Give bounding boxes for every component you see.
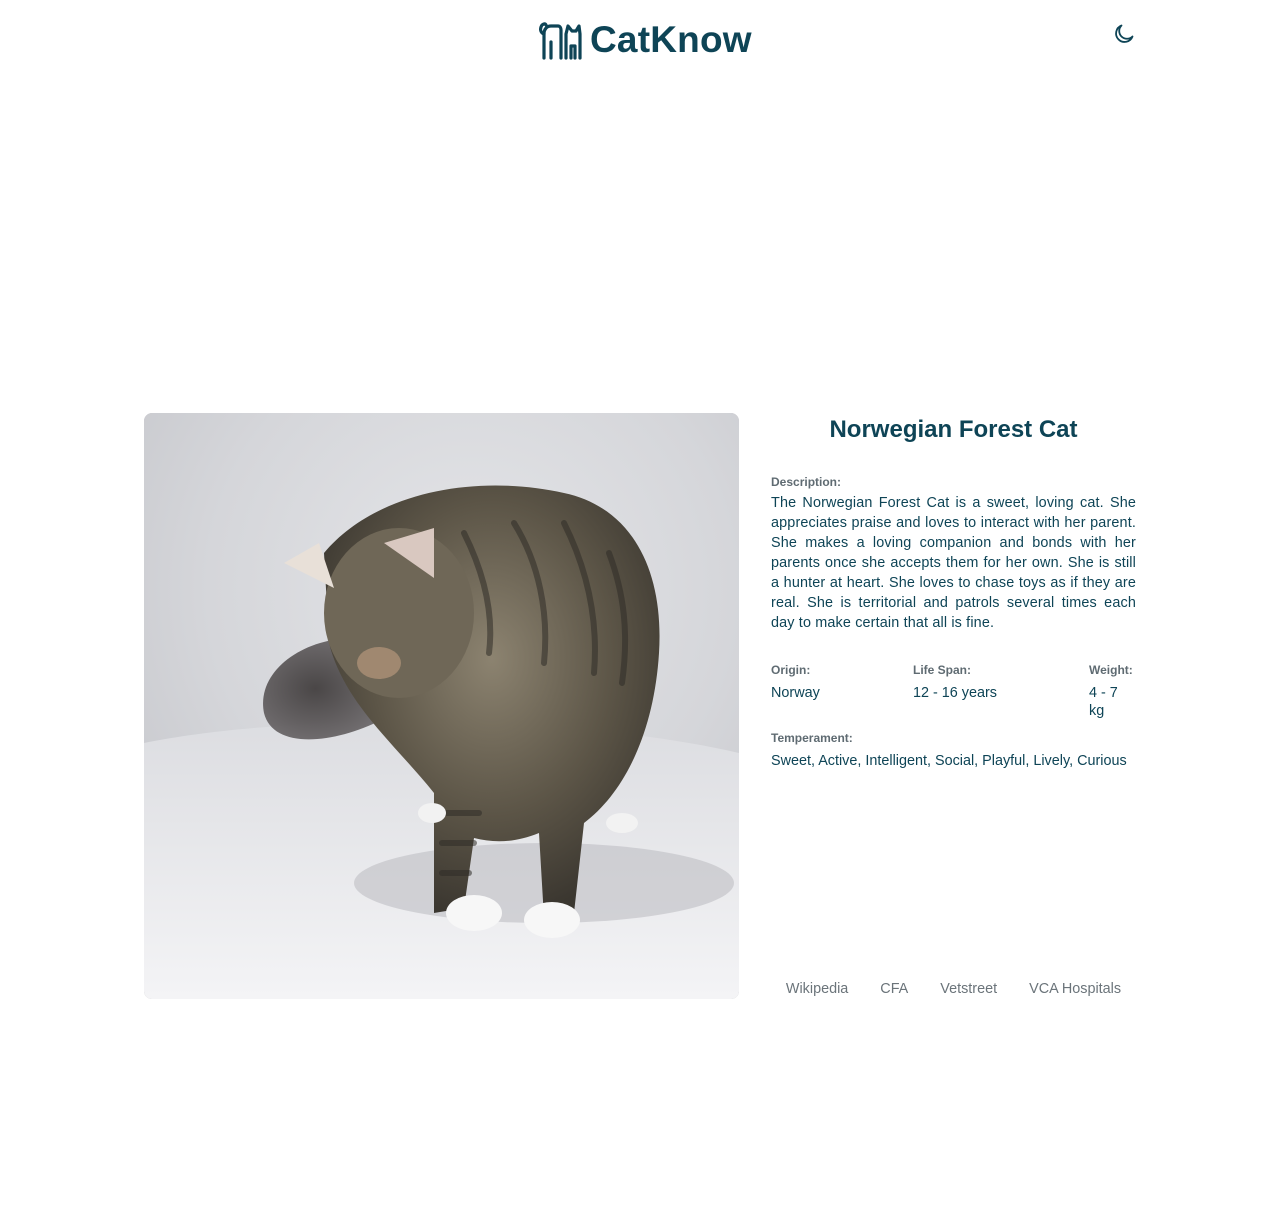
weight-label: Weight: — [1089, 663, 1133, 677]
cat-family-icon — [538, 20, 582, 60]
temperament-label: Temperament: — [771, 731, 853, 745]
site-header: CatKnow — [0, 0, 1280, 86]
origin-stat: Origin: Norway — [771, 663, 820, 702]
life-span-value: 12 - 16 years — [913, 685, 997, 701]
life-span-stat: Life Span: 12 - 16 years — [913, 663, 997, 702]
breed-name-heading: Norwegian Forest Cat — [829, 416, 1078, 443]
theme-toggle-button[interactable] — [1110, 21, 1138, 49]
temperament-value: Sweet, Active, Intelligent, Social, Play… — [771, 753, 1127, 769]
origin-label: Origin: — [771, 663, 811, 677]
temperament-field: Temperament: Sweet, Active, Intelligent,… — [771, 731, 1136, 770]
breed-stats: Origin: Norway Life Span: 12 - 16 years … — [771, 663, 1136, 719]
description-text: The Norwegian Forest Cat is a sweet, lov… — [771, 495, 1136, 631]
life-span-label: Life Span: — [913, 663, 972, 677]
breed-photo — [144, 413, 739, 999]
weight-stat: Weight: 4 - 7 kg — [1089, 663, 1136, 720]
breed-info: Norwegian Forest Cat Description: The No… — [771, 413, 1136, 999]
brand-home-link[interactable]: CatKnow — [538, 18, 752, 62]
link-cfa[interactable]: CFA — [880, 980, 908, 998]
breed-detail: Norwegian Forest Cat Description: The No… — [144, 413, 1136, 999]
link-vetstreet[interactable]: Vetstreet — [940, 980, 997, 998]
reference-links: Wikipedia CFA Vetstreet VCA Hospitals — [771, 980, 1136, 998]
weight-value: 4 - 7 kg — [1089, 685, 1118, 719]
link-wikipedia[interactable]: Wikipedia — [786, 980, 848, 998]
link-vca-hospitals[interactable]: VCA Hospitals — [1029, 980, 1121, 998]
moon-icon — [1112, 22, 1136, 49]
page: CatKnow Norwegian Forest Cat Description… — [0, 0, 1280, 1226]
origin-value: Norway — [771, 685, 820, 701]
brand-name: CatKnow — [590, 19, 752, 60]
description-label: Description: — [771, 475, 842, 489]
